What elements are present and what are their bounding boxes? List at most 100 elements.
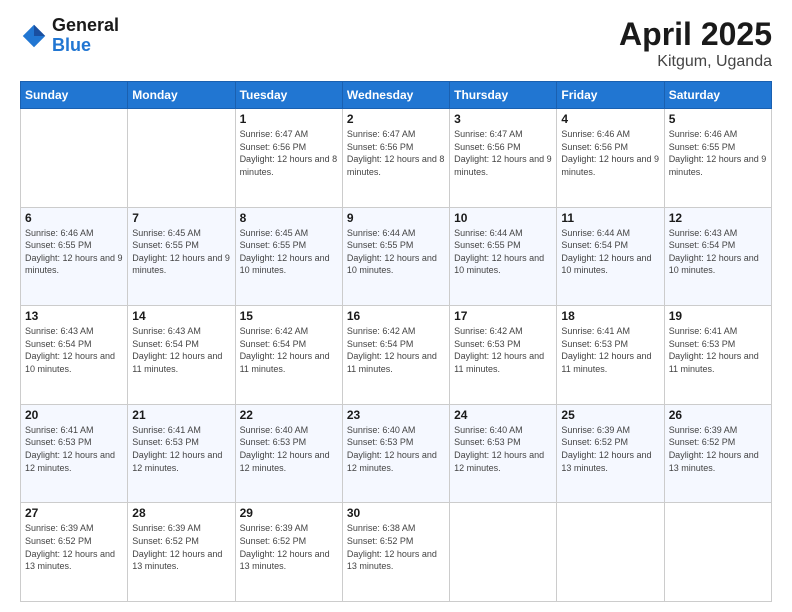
day-info: Sunrise: 6:45 AM Sunset: 6:55 PM Dayligh… bbox=[132, 227, 230, 277]
title-block: April 2025 Kitgum, Uganda bbox=[619, 16, 772, 71]
calendar-header-monday: Monday bbox=[128, 82, 235, 109]
day-number: 27 bbox=[25, 506, 123, 520]
calendar-cell: 11 Sunrise: 6:44 AM Sunset: 6:54 PM Dayli… bbox=[557, 207, 664, 306]
day-info: Sunrise: 6:39 AM Sunset: 6:52 PM Dayligh… bbox=[132, 522, 230, 572]
calendar-cell: 15 Sunrise: 6:42 AM Sunset: 6:54 PM Dayli… bbox=[235, 306, 342, 405]
day-number: 9 bbox=[347, 211, 445, 225]
calendar-cell: 10 Sunrise: 6:44 AM Sunset: 6:55 PM Dayli… bbox=[450, 207, 557, 306]
calendar-week-1: 6Sunrise: 6:46 AM Sunset: 6:55 PM Daylig… bbox=[21, 207, 772, 306]
day-number: 30 bbox=[347, 506, 445, 520]
day-info: Sunrise: 6:41 AM Sunset: 6:53 PM Dayligh… bbox=[561, 325, 659, 375]
day-number: 10 bbox=[454, 211, 552, 225]
day-info: Sunrise: 6:47 AM Sunset: 6:56 PM Dayligh… bbox=[240, 128, 338, 178]
day-number: 13 bbox=[25, 309, 123, 323]
day-info: Sunrise: 6:46 AM Sunset: 6:55 PM Dayligh… bbox=[25, 227, 123, 277]
day-info: Sunrise: 6:42 AM Sunset: 6:53 PM Dayligh… bbox=[454, 325, 552, 375]
day-number: 8 bbox=[240, 211, 338, 225]
day-number: 19 bbox=[669, 309, 767, 323]
day-info: Sunrise: 6:45 AM Sunset: 6:55 PM Dayligh… bbox=[240, 227, 338, 277]
day-number: 20 bbox=[25, 408, 123, 422]
calendar-cell: 21 Sunrise: 6:41 AM Sunset: 6:53 PM Dayli… bbox=[128, 404, 235, 503]
calendar-cell: 18 Sunrise: 6:41 AM Sunset: 6:53 PM Dayli… bbox=[557, 306, 664, 405]
calendar-cell: 1 Sunrise: 6:47 AM Sunset: 6:56 PM Daylig… bbox=[235, 109, 342, 208]
calendar-header-thursday: Thursday bbox=[450, 82, 557, 109]
day-info: Sunrise: 6:39 AM Sunset: 6:52 PM Dayligh… bbox=[669, 424, 767, 474]
day-number: 7 bbox=[132, 211, 230, 225]
logo: General Blue bbox=[20, 16, 119, 56]
day-info: Sunrise: 6:42 AM Sunset: 6:54 PM Dayligh… bbox=[240, 325, 338, 375]
day-info: Sunrise: 6:43 AM Sunset: 6:54 PM Dayligh… bbox=[132, 325, 230, 375]
calendar-week-0: 1 Sunrise: 6:47 AM Sunset: 6:56 PM Daylig… bbox=[21, 109, 772, 208]
day-info: Sunrise: 6:42 AM Sunset: 6:54 PM Dayligh… bbox=[347, 325, 445, 375]
day-info: Sunrise: 6:44 AM Sunset: 6:55 PM Dayligh… bbox=[347, 227, 445, 277]
logo-general: General bbox=[52, 16, 119, 36]
calendar-cell: 4Sunrise: 6:46 AM Sunset: 6:56 PM Daylig… bbox=[557, 109, 664, 208]
calendar-cell: 7 Sunrise: 6:45 AM Sunset: 6:55 PM Daylig… bbox=[128, 207, 235, 306]
day-number: 21 bbox=[132, 408, 230, 422]
day-info: Sunrise: 6:39 AM Sunset: 6:52 PM Dayligh… bbox=[25, 522, 123, 572]
calendar-cell: 2Sunrise: 6:47 AM Sunset: 6:56 PM Daylig… bbox=[342, 109, 449, 208]
calendar-cell: 14 Sunrise: 6:43 AM Sunset: 6:54 PM Dayli… bbox=[128, 306, 235, 405]
calendar-header-sunday: Sunday bbox=[21, 82, 128, 109]
calendar-cell: 19Sunrise: 6:41 AM Sunset: 6:53 PM Dayli… bbox=[664, 306, 771, 405]
calendar-cell bbox=[664, 503, 771, 602]
day-number: 5 bbox=[669, 112, 767, 126]
day-number: 18 bbox=[561, 309, 659, 323]
calendar-cell: 20 Sunrise: 6:41 AM Sunset: 6:53 PM Dayli… bbox=[21, 404, 128, 503]
calendar-header-tuesday: Tuesday bbox=[235, 82, 342, 109]
calendar-table: SundayMondayTuesdayWednesdayThursdayFrid… bbox=[20, 81, 772, 602]
day-number: 26 bbox=[669, 408, 767, 422]
day-number: 4 bbox=[561, 112, 659, 126]
day-info: Sunrise: 6:40 AM Sunset: 6:53 PM Dayligh… bbox=[454, 424, 552, 474]
calendar-week-2: 13 Sunrise: 6:43 AM Sunset: 6:54 PM Dayli… bbox=[21, 306, 772, 405]
day-number: 29 bbox=[240, 506, 338, 520]
calendar-cell: 28 Sunrise: 6:39 AM Sunset: 6:52 PM Dayli… bbox=[128, 503, 235, 602]
calendar-cell: 27 Sunrise: 6:39 AM Sunset: 6:52 PM Dayli… bbox=[21, 503, 128, 602]
day-number: 22 bbox=[240, 408, 338, 422]
calendar-header-saturday: Saturday bbox=[664, 82, 771, 109]
calendar-week-4: 27 Sunrise: 6:39 AM Sunset: 6:52 PM Dayli… bbox=[21, 503, 772, 602]
calendar-cell: 3 Sunrise: 6:47 AM Sunset: 6:56 PM Daylig… bbox=[450, 109, 557, 208]
calendar-cell: 17 Sunrise: 6:42 AM Sunset: 6:53 PM Dayli… bbox=[450, 306, 557, 405]
day-info: Sunrise: 6:40 AM Sunset: 6:53 PM Dayligh… bbox=[240, 424, 338, 474]
day-info: Sunrise: 6:44 AM Sunset: 6:55 PM Dayligh… bbox=[454, 227, 552, 277]
calendar-cell: 24 Sunrise: 6:40 AM Sunset: 6:53 PM Dayli… bbox=[450, 404, 557, 503]
calendar-cell: 29Sunrise: 6:39 AM Sunset: 6:52 PM Dayli… bbox=[235, 503, 342, 602]
calendar-cell: 26 Sunrise: 6:39 AM Sunset: 6:52 PM Dayli… bbox=[664, 404, 771, 503]
logo-icon bbox=[20, 22, 48, 50]
calendar-cell bbox=[557, 503, 664, 602]
day-info: Sunrise: 6:47 AM Sunset: 6:56 PM Dayligh… bbox=[347, 128, 445, 178]
calendar-cell: 22 Sunrise: 6:40 AM Sunset: 6:53 PM Dayli… bbox=[235, 404, 342, 503]
calendar-cell: 25 Sunrise: 6:39 AM Sunset: 6:52 PM Dayli… bbox=[557, 404, 664, 503]
day-number: 16 bbox=[347, 309, 445, 323]
day-info: Sunrise: 6:40 AM Sunset: 6:53 PM Dayligh… bbox=[347, 424, 445, 474]
day-info: Sunrise: 6:44 AM Sunset: 6:54 PM Dayligh… bbox=[561, 227, 659, 277]
calendar-week-3: 20 Sunrise: 6:41 AM Sunset: 6:53 PM Dayli… bbox=[21, 404, 772, 503]
day-info: Sunrise: 6:41 AM Sunset: 6:53 PM Dayligh… bbox=[132, 424, 230, 474]
day-number: 25 bbox=[561, 408, 659, 422]
calendar-cell: 23 Sunrise: 6:40 AM Sunset: 6:53 PM Dayli… bbox=[342, 404, 449, 503]
day-number: 23 bbox=[347, 408, 445, 422]
calendar-cell: 16 Sunrise: 6:42 AM Sunset: 6:54 PM Dayli… bbox=[342, 306, 449, 405]
day-number: 1 bbox=[240, 112, 338, 126]
calendar-header-friday: Friday bbox=[557, 82, 664, 109]
page: General Blue April 2025 Kitgum, Uganda S… bbox=[0, 0, 792, 612]
calendar-header-row: SundayMondayTuesdayWednesdayThursdayFrid… bbox=[21, 82, 772, 109]
day-number: 14 bbox=[132, 309, 230, 323]
day-number: 12 bbox=[669, 211, 767, 225]
day-number: 24 bbox=[454, 408, 552, 422]
day-number: 3 bbox=[454, 112, 552, 126]
day-number: 11 bbox=[561, 211, 659, 225]
day-info: Sunrise: 6:43 AM Sunset: 6:54 PM Dayligh… bbox=[669, 227, 767, 277]
calendar-cell: 30 Sunrise: 6:38 AM Sunset: 6:52 PM Dayli… bbox=[342, 503, 449, 602]
day-info: Sunrise: 6:41 AM Sunset: 6:53 PM Dayligh… bbox=[25, 424, 123, 474]
day-number: 28 bbox=[132, 506, 230, 520]
header: General Blue April 2025 Kitgum, Uganda bbox=[20, 16, 772, 71]
day-info: Sunrise: 6:38 AM Sunset: 6:52 PM Dayligh… bbox=[347, 522, 445, 572]
day-number: 15 bbox=[240, 309, 338, 323]
title-location: Kitgum, Uganda bbox=[619, 53, 772, 71]
calendar-cell bbox=[21, 109, 128, 208]
day-info: Sunrise: 6:39 AM Sunset: 6:52 PM Dayligh… bbox=[561, 424, 659, 474]
day-number: 17 bbox=[454, 309, 552, 323]
day-info: Sunrise: 6:47 AM Sunset: 6:56 PM Dayligh… bbox=[454, 128, 552, 178]
